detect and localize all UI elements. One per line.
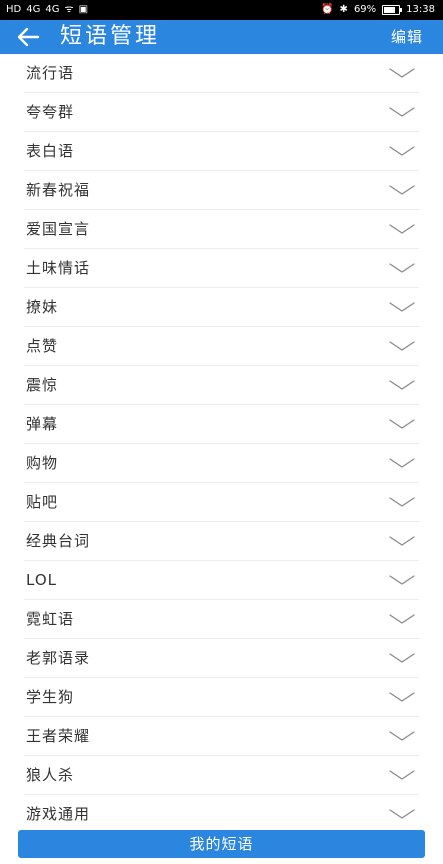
list-item-label: 流行语 (26, 64, 75, 82)
list-item[interactable]: 震惊 (24, 366, 419, 405)
list-item-label: 点赞 (26, 337, 59, 355)
list-item-label: 弹幕 (26, 415, 59, 433)
bluetooth-icon: ✱ (339, 4, 348, 15)
my-phrases-button[interactable]: 我的短语 (18, 830, 425, 858)
list-item-label: 学生狗 (26, 688, 75, 706)
chevron-down-icon[interactable] (389, 731, 415, 742)
list-item-label: LOL (26, 571, 57, 589)
chevron-down-icon[interactable] (389, 341, 415, 352)
status-right-icons: ⏰ ✱ 69% 13:38 (321, 0, 435, 20)
list-item[interactable]: 贴吧 (24, 483, 419, 522)
list-item[interactable]: 点赞 (24, 327, 419, 366)
status-bar: HD 4G 4G ᯤ ▣ ⏰ ✱ 69% 13:38 (0, 0, 443, 20)
list-item-label: 老郭语录 (26, 649, 91, 667)
chevron-down-icon[interactable] (389, 107, 415, 118)
edit-button[interactable]: 编辑 (391, 20, 423, 54)
list-item[interactable]: 游戏通用 (24, 795, 419, 834)
list-item[interactable]: LOL (24, 561, 419, 600)
signal-icon: 4G (26, 4, 41, 15)
chevron-down-icon[interactable] (389, 536, 415, 547)
clock: 13:38 (406, 4, 435, 15)
chevron-down-icon[interactable] (389, 302, 415, 313)
chevron-down-icon[interactable] (389, 146, 415, 157)
list-item[interactable]: 狼人杀 (24, 756, 419, 795)
chevron-down-icon[interactable] (389, 809, 415, 820)
list-item-label: 新春祝福 (26, 181, 91, 199)
list-item[interactable]: 爱国宣言 (24, 210, 419, 249)
category-list: 流行语夸夸群表白语新春祝福爱国宣言土味情话撩妹点赞震惊弹幕购物贴吧经典台词 LOL… (0, 54, 443, 834)
chevron-down-icon[interactable] (389, 68, 415, 79)
app-bar: 短语管理 编辑 (0, 20, 443, 54)
list-item-label: 土味情话 (26, 259, 91, 277)
list-item[interactable]: 学生狗 (24, 678, 419, 717)
page-title: 短语管理 (60, 24, 161, 49)
list-item[interactable]: 购物 (24, 444, 419, 483)
list-item-label: 购物 (26, 454, 59, 472)
list-item[interactable]: 弹幕 (24, 405, 419, 444)
list-item-label: 王者荣耀 (26, 727, 91, 745)
hd-indicator: HD (6, 4, 22, 15)
list-item[interactable]: 老郭语录 (24, 639, 419, 678)
list-item-label: 贴吧 (26, 493, 59, 511)
list-item-label: 爱国宣言 (26, 220, 91, 238)
chevron-down-icon[interactable] (389, 263, 415, 274)
list-item-label: 狼人杀 (26, 766, 75, 784)
chevron-down-icon[interactable] (389, 380, 415, 391)
list-item[interactable]: 撩妹 (24, 288, 419, 327)
alarm-icon: ⏰ (321, 4, 334, 15)
list-item-label: 霓虹语 (26, 610, 75, 628)
battery-percent: 69% (353, 4, 377, 15)
list-item[interactable]: 夸夸群 (24, 93, 419, 132)
list-item[interactable]: 霓虹语 (24, 600, 419, 639)
chevron-down-icon[interactable] (389, 185, 415, 196)
list-item[interactable]: 流行语 (24, 54, 419, 93)
chevron-down-icon[interactable] (389, 653, 415, 664)
list-item[interactable]: 土味情话 (24, 249, 419, 288)
list-item-label: 表白语 (26, 142, 75, 160)
wifi-icon: ᯤ (64, 4, 74, 15)
chevron-down-icon[interactable] (389, 497, 415, 508)
list-item-label: 游戏通用 (26, 805, 91, 823)
list-item[interactable]: 新春祝福 (24, 171, 419, 210)
list-item[interactable]: 王者荣耀 (24, 717, 419, 756)
chevron-down-icon[interactable] (389, 575, 415, 586)
list-item[interactable]: 表白语 (24, 132, 419, 171)
chevron-down-icon[interactable] (389, 770, 415, 781)
list-item-label: 撩妹 (26, 298, 59, 316)
notification-icon: ▣ (78, 4, 89, 15)
back-arrow-icon[interactable] (14, 23, 42, 51)
list-item-label: 震惊 (26, 376, 59, 394)
battery-icon (382, 5, 403, 15)
chevron-down-icon[interactable] (389, 692, 415, 703)
list-item[interactable]: 经典台词 (24, 522, 419, 561)
chevron-down-icon[interactable] (389, 614, 415, 625)
chevron-down-icon[interactable] (389, 458, 415, 469)
list-item-label: 夸夸群 (26, 103, 75, 121)
chevron-down-icon[interactable] (389, 419, 415, 430)
status-left-icons: HD 4G 4G ᯤ ▣ (6, 0, 88, 20)
list-item-label: 经典台词 (26, 532, 91, 550)
signal-icon-2: 4G (45, 4, 60, 15)
chevron-down-icon[interactable] (389, 224, 415, 235)
